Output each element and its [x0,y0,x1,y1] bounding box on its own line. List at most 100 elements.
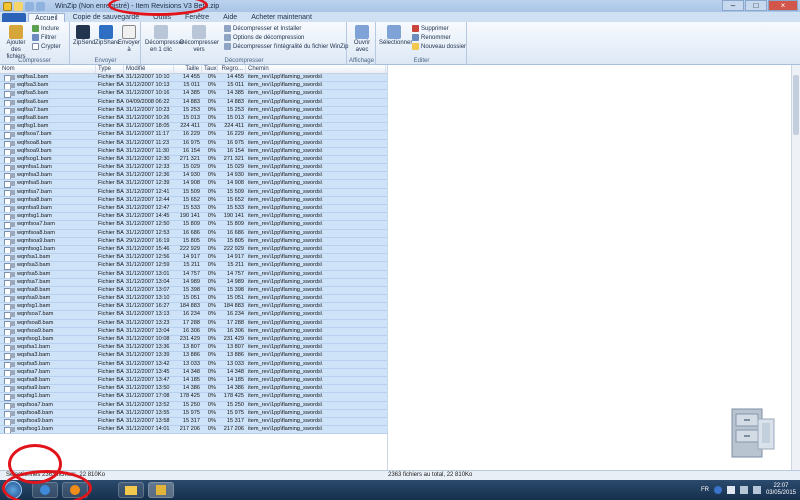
new-folder-button[interactable]: Nouveau dossier [412,43,466,50]
taskbar-ie-button[interactable] [32,482,58,498]
table-row[interactable]: wqlfsa3.bamFichier BAM31/12/2007 10:13 15… [0,82,387,91]
table-row[interactable]: wqlfsoa8.bamFichier BAM31/12/2007 11:23 1… [0,139,387,148]
table-row[interactable]: wqmfsa8.bamFichier BAM31/12/2007 12:44 15… [0,196,387,205]
table-row[interactable]: wqnfsa9.bamFichier BAM31/12/2007 13:10 15… [0,295,387,304]
delete-button[interactable]: Supprimer [412,25,449,32]
open-folder-icon[interactable] [14,1,23,11]
table-row[interactable]: wqlfsa1.bamFichier BAM31/12/2007 10:10 14… [0,74,387,83]
select-button[interactable]: Sélectionner [379,25,412,47]
table-row[interactable]: wqmfsog1.bamFichier BAM31/12/2007 15:46 2… [0,245,387,255]
maximize-button[interactable]: □ [745,0,767,11]
include-button[interactable]: Inclure [32,25,59,32]
table-row[interactable]: wqnfsa8.bamFichier BAM31/12/2007 13:07 15… [0,286,387,296]
table-row[interactable]: wqsfsa7.bamFichier BAM31/12/2007 13:45 14… [0,368,387,377]
table-row[interactable]: wqlfsa8.bamFichier BAM31/12/2007 10:26 15… [0,114,387,124]
column-header-name[interactable]: Nom [0,65,96,73]
file-path: item_rev\1pp\flaming_swords\ [248,270,323,277]
tab-fenetre[interactable]: Fenêtre [179,13,215,22]
table-row[interactable]: wqmfsa7.bamFichier BAM31/12/2007 12:41 15… [0,188,387,197]
send-to-button[interactable]: Envoyer à [118,25,140,54]
table-row[interactable]: wqnfsa5.bamFichier BAM31/12/2007 13:01 14… [0,270,387,279]
minimize-button[interactable]: – [722,0,744,11]
unzip-integrity-button[interactable]: Décompresser l'intégralité du fichier Wi… [224,43,349,50]
zipshare-button[interactable]: ZipShare [95,25,119,47]
tab-accueil[interactable]: Accueil [28,13,65,22]
close-button[interactable]: × [768,0,798,11]
file-list[interactable]: Nom Type Modifié Taille Taux Regro... Ch… [0,65,388,470]
table-row[interactable]: wqlfsa7.bamFichier BAM31/12/2007 10:23 15… [0,106,387,115]
table-row[interactable]: wqlfsg1.bamFichier BAM31/12/2007 18:05 22… [0,123,387,132]
table-row[interactable]: wqsfsa8.bamFichier BAM31/12/2007 13:47 14… [0,376,387,386]
volume-icon[interactable] [752,486,761,494]
winzip-taskbar-icon [156,485,166,495]
unzip-install-button[interactable]: Décompresser et Installer [224,25,301,32]
taskbar-media-button[interactable] [62,482,88,498]
table-row[interactable]: wqsfsoa7.bamFichier BAM31/12/2007 13:52 1… [0,401,387,410]
network-icon[interactable] [739,486,748,494]
table-row[interactable]: wqmfsa1.bamFichier BAM31/12/2007 12:33 15… [0,164,387,173]
column-header-path[interactable]: Chemin [246,65,386,73]
table-row[interactable]: wqsfsa9.bamFichier BAM31/12/2007 13:50 14… [0,385,387,394]
table-row[interactable]: wqsfsog1.bamFichier BAM31/12/2007 14:01 2… [0,426,387,435]
vertical-scrollbar[interactable] [791,65,800,470]
taskbar-winzip-button[interactable] [148,482,174,498]
file-menu-tab[interactable] [2,13,26,22]
table-row[interactable]: wqlfsog1.bamFichier BAM31/12/2007 12:30 2… [0,155,387,165]
encrypt-checkbox[interactable]: Crypter [32,43,61,50]
table-row[interactable]: wqnfsg1.bamFichier BAM31/12/2007 16:27 18… [0,303,387,312]
table-row[interactable]: wqsfsoa9.bamFichier BAM31/12/2007 13:58 1… [0,417,387,427]
table-row[interactable]: wqmfsg1.bamFichier BAM31/12/2007 14:45 19… [0,213,387,222]
start-button[interactable] [4,481,22,499]
language-indicator[interactable]: FR [701,487,709,493]
table-row[interactable]: wqmfsa3.bamFichier BAM31/12/2007 12:36 14… [0,172,387,181]
table-row[interactable]: wqmfsoa9.bamFichier BAM29/12/2007 16:19 1… [0,237,387,246]
tab-outils[interactable]: Outils [147,13,177,22]
table-row[interactable]: wqlfsa5.bamFichier BAM31/12/2007 10:16 14… [0,90,387,99]
tab-copie-de-sauvegarde[interactable]: Copie de sauvegarde [67,13,146,22]
file-name: wqnfsog1.bam [0,336,96,344]
table-row[interactable]: wqsfsoa8.bamFichier BAM31/12/2007 13:55 1… [0,409,387,418]
table-row[interactable]: wqmfsoa8.bamFichier BAM31/12/2007 12:53 1… [0,229,387,238]
file-packed: 15 652 [226,196,244,203]
table-row[interactable]: wqlfsoa9.bamFichier BAM31/12/2007 11:30 1… [0,147,387,156]
zipsend-button[interactable]: ZipSend [73,25,95,47]
table-row[interactable]: wqnfsa7.bamFichier BAM31/12/2007 13:04 14… [0,278,387,287]
tab-aide[interactable]: Aide [217,13,243,22]
table-row[interactable]: wqsfsa1.bamFichier BAM31/12/2007 13:36 13… [0,344,387,353]
table-row[interactable]: wqnfsog1.bamFichier BAM31/12/2007 10:08 2… [0,336,387,345]
clock[interactable]: 22:07 03/05/2015 [766,483,796,497]
table-row[interactable]: wqnfsoa8.bamFichier BAM31/12/2007 13:23 1… [0,319,387,328]
winzip-app-icon[interactable] [3,1,12,11]
column-header-packed[interactable]: Regro... [218,65,246,73]
unzip-options-button[interactable]: Options de décompression [224,34,304,41]
back-icon[interactable] [25,1,34,11]
table-row[interactable]: wqmfsa5.bamFichier BAM31/12/2007 12:39 14… [0,180,387,189]
column-header-modified[interactable]: Modifié [124,65,174,73]
table-row[interactable]: wqlfsa6.bamFichier BAM04/09/2008 06:22 14… [0,98,387,107]
forward-icon[interactable] [36,1,45,11]
flag-icon[interactable] [726,486,735,494]
tab-acheter-maintenant[interactable]: Acheter maintenant [245,13,318,22]
unzip-to-button[interactable]: Décompresser vers [180,25,219,54]
open-with-button[interactable]: Ouvrir avec [351,25,373,54]
table-row[interactable]: wqmfsa9.bamFichier BAM31/12/2007 12:47 15… [0,205,387,214]
rename-button[interactable]: Renommer [412,34,451,41]
table-row[interactable]: wqnfsoa7.bamFichier BAM31/12/2007 13:13 1… [0,311,387,320]
filter-button[interactable]: Filtrer [32,34,56,41]
table-row[interactable]: wqlfsoa7.bamFichier BAM31/12/2007 11:17 1… [0,131,387,140]
table-row[interactable]: wqmfsoa7.bamFichier BAM31/12/2007 12:50 1… [0,221,387,230]
add-files-button[interactable]: Ajouter des fichiers [3,25,29,61]
table-row[interactable]: wqnfsa1.bamFichier BAM31/12/2007 12:56 14… [0,254,387,263]
table-row[interactable]: wqsfsg1.bamFichier BAM31/12/2007 17:08 17… [0,393,387,402]
column-header-size[interactable]: Taille [174,65,202,73]
table-row[interactable]: wqnfsa3.bamFichier BAM31/12/2007 12:59 15… [0,262,387,271]
column-header-ratio[interactable]: Taux [202,65,218,73]
scrollbar-thumb[interactable] [793,75,799,135]
taskbar-explorer-button[interactable] [118,482,144,498]
table-row[interactable]: wqsfsa3.bamFichier BAM31/12/2007 13:39 13… [0,352,387,361]
unzip-1click-button[interactable]: Décompresser en 1 clic [145,25,184,54]
help-icon[interactable] [713,486,722,494]
column-header-type[interactable]: Type [96,65,124,73]
table-row[interactable]: wqsfsa5.bamFichier BAM31/12/2007 13:42 13… [0,360,387,369]
table-row[interactable]: wqnfsoa9.bamFichier BAM31/12/2007 13:04 1… [0,327,387,336]
